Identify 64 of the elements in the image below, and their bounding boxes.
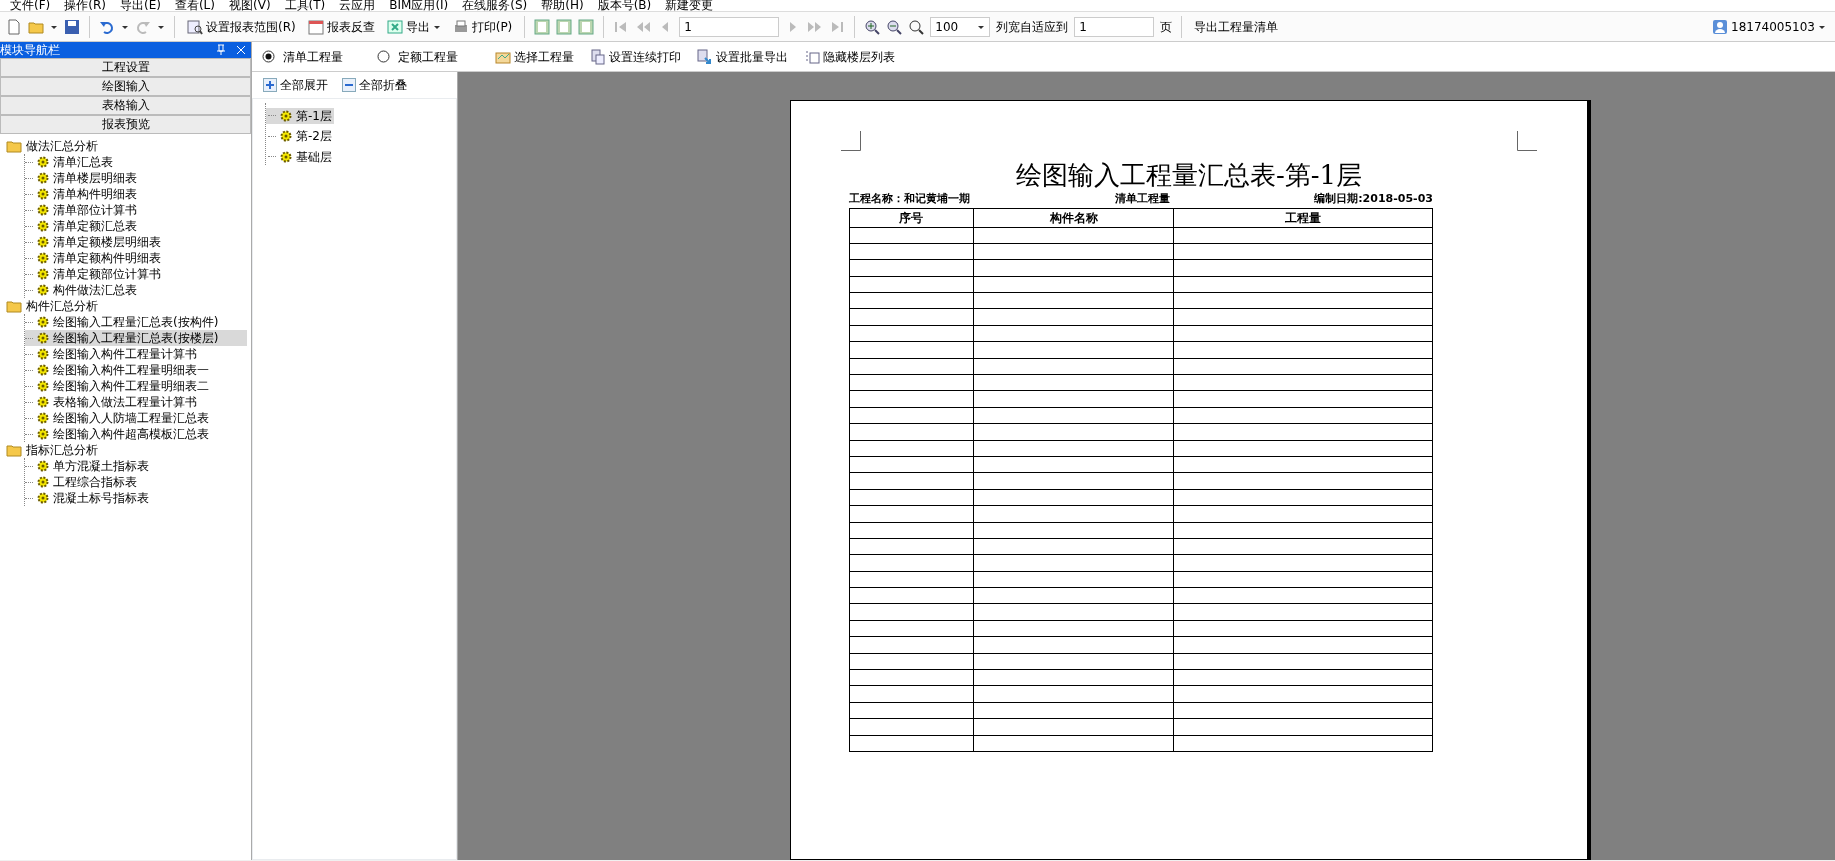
expand-all-button[interactable]: 全部展开 xyxy=(260,73,331,97)
report-range-button[interactable]: 设置报表范围(R) xyxy=(184,14,299,39)
export-button[interactable]: 导出 xyxy=(383,14,444,39)
user-menu[interactable]: 18174005103 xyxy=(1709,14,1829,39)
menu-item[interactable]: 工具(T) xyxy=(284,0,326,11)
page-field[interactable]: 1 xyxy=(679,16,780,37)
tree-item[interactable]: 绘图输入构件工程量明细表一 xyxy=(25,362,247,378)
folder-label: 指标汇总分析 xyxy=(26,442,98,459)
report-date: 编制日期:2018-05-03 xyxy=(1314,191,1433,207)
nav-section-button[interactable]: 绘图输入 xyxy=(0,77,251,96)
mode-radio[interactable]: 定额工程量 xyxy=(377,47,458,66)
toolbar-action-button[interactable]: 隐藏楼层列表 xyxy=(801,44,898,69)
page-unit-label: 页 xyxy=(1160,18,1173,36)
tree-item[interactable]: 单方混凝土指标表 xyxy=(25,458,247,474)
folder-label: 构件汇总分析 xyxy=(26,298,98,315)
tree-item[interactable]: 工程综合指标表 xyxy=(25,474,247,490)
quantity-type: 清单工程量 xyxy=(1114,191,1170,207)
menu-item[interactable]: 导出(E) xyxy=(119,0,161,11)
tree-item[interactable]: 清单定额汇总表 xyxy=(25,218,247,234)
print-button[interactable]: 打印(P) xyxy=(449,14,516,39)
tree-item[interactable]: 清单楼层明细表 xyxy=(25,170,247,186)
toolbar-action-button[interactable]: 设置批量导出 xyxy=(694,44,791,69)
menu-item[interactable]: 版本号(B) xyxy=(597,0,652,11)
menu-item[interactable]: 在线服务(S) xyxy=(462,0,528,11)
tree-item[interactable]: 绘图输入构件超高模板汇总表 xyxy=(25,426,247,442)
tree-item[interactable]: 表格输入做法工程量计算书 xyxy=(25,394,247,410)
folder-label: 做法汇总分析 xyxy=(26,138,98,155)
tree-item[interactable]: 绘图输入构件工程量计算书 xyxy=(25,346,247,362)
tree-item[interactable]: 绘图输入工程量汇总表(按楼层) xyxy=(25,330,247,346)
tree-item[interactable]: 绘图输入人防墙工程量汇总表 xyxy=(25,410,247,426)
tree-item[interactable]: 清单部位计算书 xyxy=(25,202,247,218)
column-header: 构件名称 xyxy=(973,208,1174,227)
toolbar-action-button[interactable]: 设置连续打印 xyxy=(587,44,684,69)
report-title: 绘图输入工程量汇总表-第-1层 xyxy=(1014,159,1364,191)
zoom-combo[interactable]: 100 xyxy=(930,16,991,37)
tree-item[interactable]: 清单构件明细表 xyxy=(25,186,247,202)
column-header: 序号 xyxy=(849,208,974,227)
nav-section-button[interactable]: 表格输入 xyxy=(0,96,251,115)
fit-pages-field[interactable]: 1 xyxy=(1074,16,1155,37)
tree-item[interactable]: 混凝土标号指标表 xyxy=(25,490,247,506)
nav-section-button[interactable]: 工程设置 xyxy=(0,58,251,77)
mode-radio[interactable]: 清单工程量 xyxy=(262,47,343,66)
floor-item[interactable]: 基础层 xyxy=(266,148,334,165)
menu-item[interactable]: 操作(R) xyxy=(64,0,106,11)
tree-item[interactable]: 绘图输入工程量汇总表(按构件) xyxy=(25,314,247,330)
zoom-value: 100 xyxy=(935,18,959,36)
tree-item[interactable]: 清单定额楼层明细表 xyxy=(25,234,247,250)
tree-item[interactable]: 清单汇总表 xyxy=(25,154,247,170)
fit-label: 列宽自适应到 xyxy=(996,18,1069,36)
floor-item[interactable]: 第-2层 xyxy=(266,128,334,144)
collapse-all-button[interactable]: 全部折叠 xyxy=(339,73,410,97)
nav-section-button[interactable]: 报表预览 xyxy=(0,115,251,134)
export-list-button[interactable]: 导出工程量清单 xyxy=(1191,14,1282,39)
floor-item[interactable]: 第-1层 xyxy=(266,107,334,124)
tree-item[interactable]: 清单定额部位计算书 xyxy=(25,266,247,282)
toolbar-action-button[interactable]: 选择工程量 xyxy=(492,44,577,69)
report-check-button[interactable]: 报表反查 xyxy=(304,14,378,39)
panel-title: 模块导航栏 xyxy=(0,42,60,58)
column-header: 工程量 xyxy=(1173,208,1433,227)
project-name: 工程名称：和记黄埔一期 xyxy=(849,191,970,207)
menu-item[interactable]: 帮助(H) xyxy=(541,0,584,11)
tree-item[interactable]: 构件做法汇总表 xyxy=(25,282,247,298)
tree-item[interactable]: 绘图输入构件工程量明细表二 xyxy=(25,378,247,394)
tree-item[interactable]: 清单定额构件明细表 xyxy=(25,250,247,266)
